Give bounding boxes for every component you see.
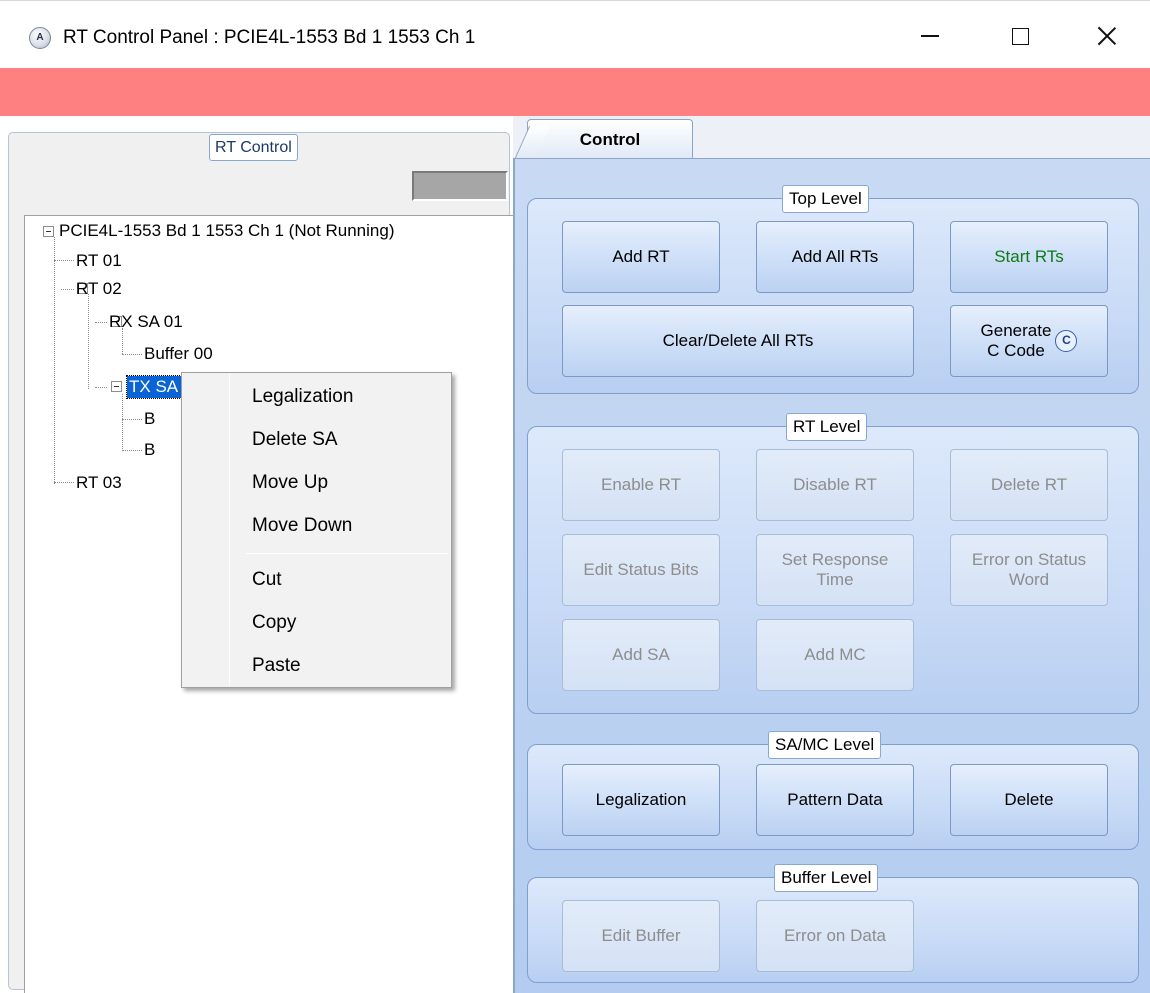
legalization-button[interactable]: Legalization [562, 764, 720, 836]
tree-node-rt02[interactable]: RT 02 [74, 278, 124, 300]
add-all-rts-button[interactable]: Add All RTs [756, 221, 914, 293]
add-sa-button[interactable]: Add SA [562, 619, 720, 691]
tree-node-rx-sa01[interactable]: RX SA 01 [107, 311, 185, 333]
rt-level-group: RT Level Enable RT Disable RT Delete RT … [527, 413, 1139, 714]
maximize-button[interactable] [990, 15, 1050, 57]
edit-buffer-button[interactable]: Edit Buffer [562, 900, 720, 972]
menu-item-copy[interactable]: Copy [184, 603, 449, 643]
menu-item-delete-sa[interactable]: Delete SA [184, 420, 449, 460]
tree-line [54, 237, 55, 484]
tree-node-buffer00[interactable]: Buffer 00 [142, 343, 215, 365]
generate-label-line2: C Code [987, 341, 1045, 360]
rt-level-legend: RT Level [786, 413, 868, 441]
right-panel: Control Top Level Add RT Add All RTs Sta… [513, 116, 1150, 993]
tree-node-tx-child-1[interactable]: B [142, 408, 157, 430]
c-code-icon: C [1055, 330, 1078, 352]
tree-line [88, 294, 89, 389]
menu-separator [246, 553, 448, 554]
menu-item-move-down[interactable]: Move Down [184, 506, 449, 546]
maximize-icon [1011, 27, 1029, 45]
window-title: RT Control Panel : PCIE4L-1553 Bd 1 1553… [63, 27, 476, 48]
error-on-status-word-label: Error on Status Word [972, 550, 1086, 590]
menu-item-move-up[interactable]: Move Up [184, 463, 449, 503]
menu-item-cut[interactable]: Cut [184, 560, 449, 600]
error-status-line2: Word [1008, 570, 1050, 589]
enable-rt-button[interactable]: Enable RT [562, 449, 720, 521]
tree-line [95, 387, 107, 388]
menu-item-paste[interactable]: Paste [184, 646, 449, 686]
delete-button[interactable]: Delete [950, 764, 1108, 836]
add-mc-button[interactable]: Add MC [756, 619, 914, 691]
tab-control[interactable]: Control [527, 119, 693, 159]
tree-node-tx-child-2[interactable]: B [142, 439, 157, 461]
add-rt-button[interactable]: Add RT [562, 221, 720, 293]
close-icon [1097, 26, 1117, 46]
app-icon: A [29, 27, 51, 49]
disable-rt-button[interactable]: Disable RT [756, 449, 914, 521]
start-rts-button[interactable]: Start RTs [950, 221, 1108, 293]
close-button[interactable] [1077, 15, 1137, 57]
generate-label-line1: Generate [980, 321, 1052, 340]
tree-line [122, 394, 123, 451]
error-on-data-button[interactable]: Error on Data [756, 900, 914, 972]
rt-control-legend: RT Control [209, 134, 298, 161]
minimize-icon [921, 35, 939, 37]
status-strip [0, 68, 1150, 116]
tree-line [95, 322, 107, 323]
tree-line [61, 289, 74, 290]
minimize-button[interactable] [900, 15, 960, 57]
top-level-legend: Top Level [782, 185, 869, 213]
sa-mc-level-group: SA/MC Level Legalization Pattern Data De… [527, 731, 1139, 850]
tab-strip: Control [513, 116, 1150, 159]
delete-rt-button[interactable]: Delete RT [950, 449, 1108, 521]
error-status-line1: Error on Status [971, 550, 1087, 569]
clear-delete-all-rts-button[interactable]: Clear/Delete All RTs [562, 305, 914, 377]
control-tab-page: Top Level Add RT Add All RTs Start RTs C… [513, 158, 1150, 993]
collapse-icon[interactable] [43, 226, 54, 237]
tree-line [54, 260, 74, 261]
tree-node-root[interactable]: PCIE4L-1553 Bd 1 1553 Ch 1 (Not Running) [57, 220, 396, 242]
error-on-status-word-button[interactable]: Error on Status Word [950, 534, 1108, 606]
set-response-time-label: Set Response Time [782, 550, 889, 590]
buffer-level-legend: Buffer Level [774, 864, 879, 892]
top-level-group: Top Level Add RT Add All RTs Start RTs C… [527, 185, 1139, 394]
title-bar: A RT Control Panel : PCIE4L-1553 Bd 1 15… [0, 0, 1150, 68]
generate-c-code-button[interactable]: Generate C Code C [950, 305, 1108, 377]
status-indicator [412, 171, 508, 201]
context-menu: Legalization Delete SA Move Up Move Down… [181, 372, 452, 688]
edit-status-bits-button[interactable]: Edit Status Bits [562, 534, 720, 606]
pattern-data-button[interactable]: Pattern Data [756, 764, 914, 836]
collapse-icon[interactable] [111, 381, 122, 392]
tree-line [54, 482, 74, 483]
tree-line [122, 354, 142, 355]
tree-line [122, 419, 142, 420]
buffer-level-group: Buffer Level Edit Buffer Error on Data [527, 864, 1139, 983]
tree-node-rt01[interactable]: RT 01 [74, 250, 124, 272]
set-response-line2: Time [816, 570, 854, 589]
set-response-time-button[interactable]: Set Response Time [756, 534, 914, 606]
sa-mc-level-legend: SA/MC Level [768, 731, 882, 759]
menu-item-legalization[interactable]: Legalization [184, 377, 449, 417]
set-response-line1: Set Response [781, 550, 889, 569]
tree-node-rt03[interactable]: RT 03 [74, 472, 124, 494]
window-top-edge [0, 0, 1150, 8]
generate-c-code-label: Generate C Code [981, 321, 1052, 361]
tree-line [122, 450, 142, 451]
